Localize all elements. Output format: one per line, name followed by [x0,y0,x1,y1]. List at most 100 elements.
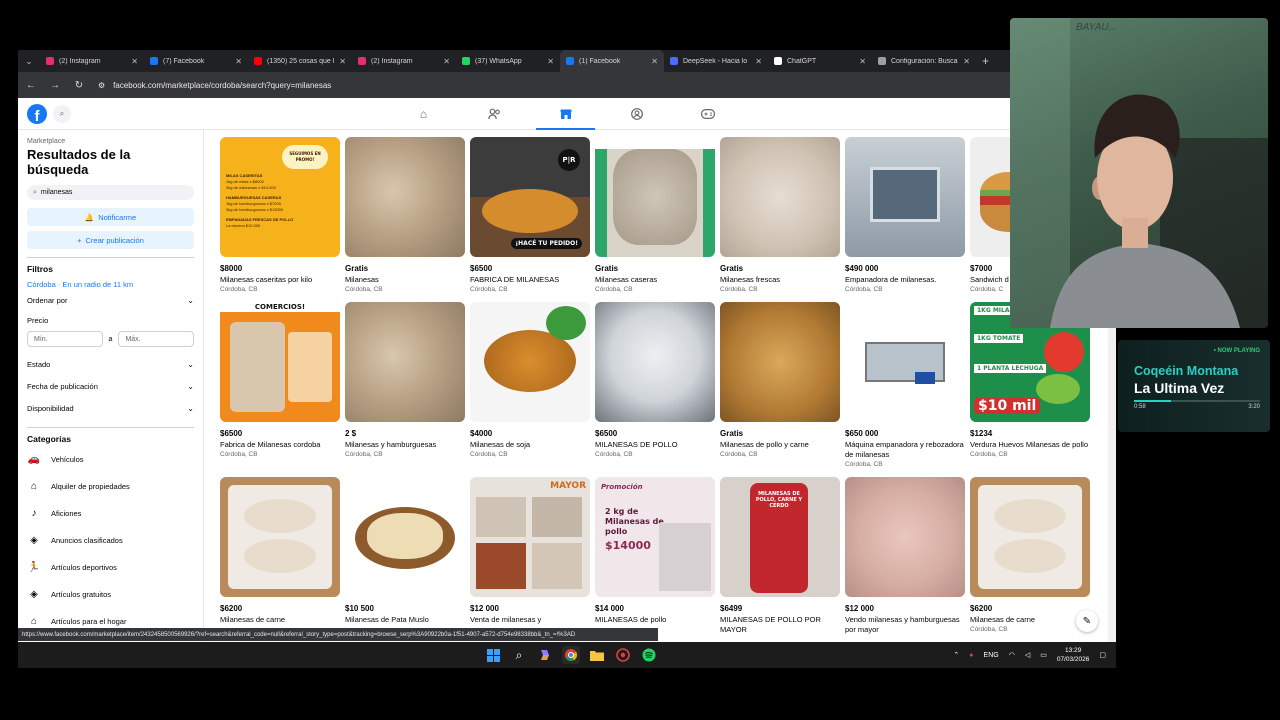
category-item[interactable]: 🚗 Vehículos [27,446,194,473]
listing-image[interactable] [720,302,840,422]
listing-card[interactable]: 2 $ Milanesas y hamburguesas Córdoba, CB [345,302,465,458]
date-dropdown[interactable]: Fecha de publicación ⌄ [27,375,194,397]
new-tab-button[interactable]: + [982,54,989,68]
close-icon[interactable]: ✕ [339,57,346,66]
listing-card[interactable]: $490 000 Empanadora de milanesas. Córdob… [845,137,965,293]
category-item[interactable]: ◈ Anuncios clasificados [27,527,194,554]
category-item[interactable]: ⌂ Alquiler de propiedades [27,473,194,500]
site-info-icon[interactable]: ⚙ [98,81,105,90]
gaming-nav-icon[interactable] [672,98,743,130]
listing-card[interactable]: $650 000 Máquina empanadora y rebozadora… [845,302,965,468]
listing-card[interactable]: Promoción 2 kg de Milanesas de pollo $14… [595,477,715,626]
friends-nav-icon[interactable] [459,98,530,130]
listing-image[interactable] [720,137,840,257]
browser-tab[interactable]: Configuración: Buscar ✕ [872,50,976,72]
browser-tab[interactable]: (1350) 25 cosas que l ✕ [248,50,352,72]
facebook-search-icon[interactable]: ⌕ [53,104,71,123]
search-icon[interactable]: ⌕ [510,646,528,664]
chevron-up-icon[interactable]: ⌃ [953,651,959,659]
browser-tab[interactable]: (2) Instagram ✕ [352,50,456,72]
chrome-icon[interactable] [562,646,580,664]
listing-image[interactable] [470,302,590,422]
reload-icon[interactable]: ↻ [72,80,86,91]
listing-card[interactable]: SEGUIMOS EN PROMO! MILAS CASERITAS 1kg d… [220,137,340,293]
listing-image[interactable] [595,302,715,422]
availability-dropdown[interactable]: Disponibilidad ⌄ [27,397,194,419]
forward-icon[interactable]: → [48,80,62,91]
location-filter[interactable]: Córdoba · En un radio de 11 km [27,280,194,289]
listing-card[interactable]: Gratis Milanesas frescas Córdoba, CB [720,137,840,293]
listing-card[interactable]: COMERCIOS! $6500 Fabrica de Milanesas co… [220,302,340,458]
volume-icon[interactable]: ◁ [1025,651,1030,659]
category-item[interactable]: ◈ Artículos gratuitos [27,581,194,608]
listing-card[interactable]: Gratis Milanesas de pollo y carne Córdob… [720,302,840,458]
clock[interactable]: 13:29 07/03/2026 [1057,646,1090,664]
listing-image[interactable] [845,302,965,422]
close-icon[interactable]: ✕ [651,57,658,66]
browser-tab[interactable]: DeepSeek - Hacia lo ✕ [664,50,768,72]
battery-icon[interactable]: ▭ [1040,651,1047,659]
marketplace-nav-icon[interactable] [530,98,601,130]
browser-tab[interactable]: (7) Facebook ✕ [144,50,248,72]
sort-dropdown[interactable]: Ordenar por ⌄ [27,289,194,311]
category-item[interactable]: 🏃 Artículos deportivos [27,554,194,581]
app-icon[interactable] [614,646,632,664]
listing-image[interactable] [345,137,465,257]
close-icon[interactable]: ✕ [131,57,138,66]
address-bar[interactable]: ⚙ facebook.com/marketplace/cordoba/searc… [96,76,1055,94]
browser-tab[interactable]: ChatGPT ✕ [768,50,872,72]
close-icon[interactable]: ✕ [235,57,242,66]
listing-image[interactable]: P|R ¡HACÉ TU PEDIDO! [470,137,590,257]
listing-card[interactable]: MAYOR $12 000 Venta de milanesas y [470,477,590,626]
home-nav-icon[interactable]: ⌂ [388,98,459,130]
listing-card[interactable]: Gratis Milanesas Córdoba, CB [345,137,465,293]
close-icon[interactable]: ✕ [547,57,554,66]
min-price-input[interactable]: Mín. [27,331,103,347]
listing-card[interactable]: $10 500 Milanesas de Pata Muslo [345,477,465,626]
close-icon[interactable]: ✕ [443,57,450,66]
close-icon[interactable]: ✕ [963,57,970,66]
spotify-icon[interactable] [640,646,658,664]
browser-tab[interactable]: (37) WhatsApp ✕ [456,50,560,72]
compose-icon[interactable]: ✎ [1076,610,1098,632]
listing-card[interactable]: Gratis Milanesas caseras Córdoba, CB [595,137,715,293]
listing-image[interactable] [345,302,465,422]
notifications-icon[interactable]: ▢ [1099,651,1106,659]
listing-card[interactable]: $6500 MILANESAS DE POLLO Córdoba, CB [595,302,715,458]
browser-tab[interactable]: (1) Facebook ✕ [560,50,664,72]
listing-image[interactable] [845,137,965,257]
listing-card[interactable]: $12 000 Vendo milanesas y hamburguesas p… [845,477,965,636]
listing-image[interactable]: Promoción 2 kg de Milanesas de pollo $14… [595,477,715,597]
listing-image[interactable]: SEGUIMOS EN PROMO! MILAS CASERITAS 1kg d… [220,137,340,257]
listing-card[interactable]: $6200 Milanesas de carne Córdoba, CB [970,477,1090,633]
browser-tab[interactable]: (2) Instagram ✕ [40,50,144,72]
category-item[interactable]: ♪ Aficiones [27,500,194,527]
listing-image[interactable] [345,477,465,597]
windows-start-icon[interactable] [484,646,502,664]
listing-card[interactable]: MILANESAS DE POLLO, CARNE Y CERDO $6499 … [720,477,840,636]
listing-card[interactable]: $4000 Milanesas de soja Córdoba, CB [470,302,590,458]
wifi-icon[interactable]: ◠ [1009,651,1015,659]
breadcrumb[interactable]: Marketplace [27,138,194,145]
back-icon[interactable]: ← [24,80,38,91]
state-dropdown[interactable]: Estado ⌄ [27,353,194,375]
max-price-input[interactable]: Máx. [118,331,194,347]
listing-image[interactable]: MAYOR [470,477,590,597]
search-input[interactable]: ⌕ milanesas [27,185,194,200]
facebook-logo[interactable]: f [27,103,47,124]
listing-card[interactable]: $6200 Milanesas de carne [220,477,340,626]
listing-image[interactable] [970,477,1090,597]
microphone-icon[interactable]: ● [969,652,973,659]
listing-card[interactable]: P|R ¡HACÉ TU PEDIDO! $6500 FABRICA DE MI… [470,137,590,293]
listing-image[interactable] [595,137,715,257]
language-indicator[interactable]: ENG [984,652,999,659]
close-icon[interactable]: ✕ [755,57,762,66]
copilot-icon[interactable] [536,646,554,664]
listing-image[interactable] [220,477,340,597]
create-listing-button[interactable]: + Crear publicación [27,231,194,249]
profile-nav-icon[interactable] [601,98,672,130]
folder-icon[interactable] [588,646,606,664]
close-icon[interactable]: ✕ [859,57,866,66]
notify-button[interactable]: 🔔 Notificarme [27,208,194,226]
tab-search-icon[interactable]: ⌄ [18,50,40,72]
